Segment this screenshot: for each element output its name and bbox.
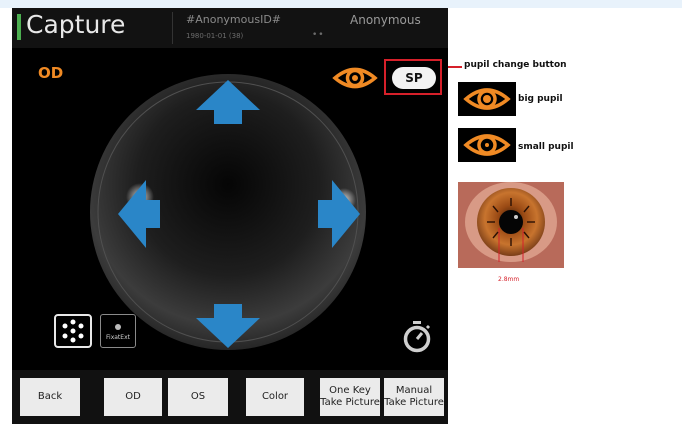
- page-title: Capture: [26, 10, 126, 39]
- timer-icon[interactable]: [402, 320, 432, 354]
- manual-take-picture-button[interactable]: Manual Take Picture: [384, 378, 444, 416]
- small-pupil-icon-chip: [458, 128, 516, 162]
- eye-side-label: OD: [38, 64, 64, 82]
- pupil-photo: [458, 182, 564, 268]
- big-pupil-eye-icon: [463, 88, 511, 110]
- pupil-measurement-label: 2.8mm: [498, 276, 520, 283]
- patient-dob: 1980-01-01 (38): [186, 32, 244, 40]
- title-divider: [172, 12, 173, 44]
- od-button[interactable]: OD: [104, 378, 162, 416]
- small-pupil-eye-icon: [463, 134, 511, 156]
- fixation-label: FixatExt: [106, 334, 130, 341]
- color-button[interactable]: Color: [246, 378, 304, 416]
- title-accent: [17, 14, 21, 40]
- patient-id: #AnonymousID#: [186, 13, 282, 26]
- os-button[interactable]: OS: [168, 378, 228, 416]
- title-bar: Capture #AnonymousID# 1980-01-01 (38) ••…: [12, 8, 448, 48]
- pupil-photo-image: [458, 182, 564, 268]
- fixation-dot-icon: [115, 324, 121, 330]
- pointer-line: [448, 66, 462, 68]
- one-key-take-picture-button[interactable]: One Key Take Picture: [320, 378, 380, 416]
- big-pupil-annotation: big pupil: [518, 94, 563, 104]
- big-pupil-icon-chip: [458, 82, 516, 116]
- pupil-eye-icon[interactable]: [332, 64, 378, 92]
- bottom-toolbar: Back OD OS Color One Key Take Picture Ma…: [12, 370, 448, 424]
- external-fixation-button[interactable]: FixatExt: [100, 314, 136, 348]
- camera-preview[interactable]: OD SP FixatExt: [14, 50, 446, 368]
- patient-name: Anonymous: [350, 13, 421, 27]
- back-button[interactable]: Back: [20, 378, 80, 416]
- fixation-dots-icon: [62, 319, 84, 343]
- device-screen: Capture #AnonymousID# 1980-01-01 (38) ••…: [12, 8, 448, 424]
- pupil-change-highlight: SP: [384, 59, 442, 95]
- pupil-change-button[interactable]: SP: [392, 67, 436, 89]
- internal-fixation-button[interactable]: [54, 314, 92, 348]
- small-pupil-annotation: small pupil: [518, 142, 574, 152]
- pupil-change-annotation: pupil change button: [464, 60, 567, 70]
- patient-extra: ••: [312, 30, 325, 40]
